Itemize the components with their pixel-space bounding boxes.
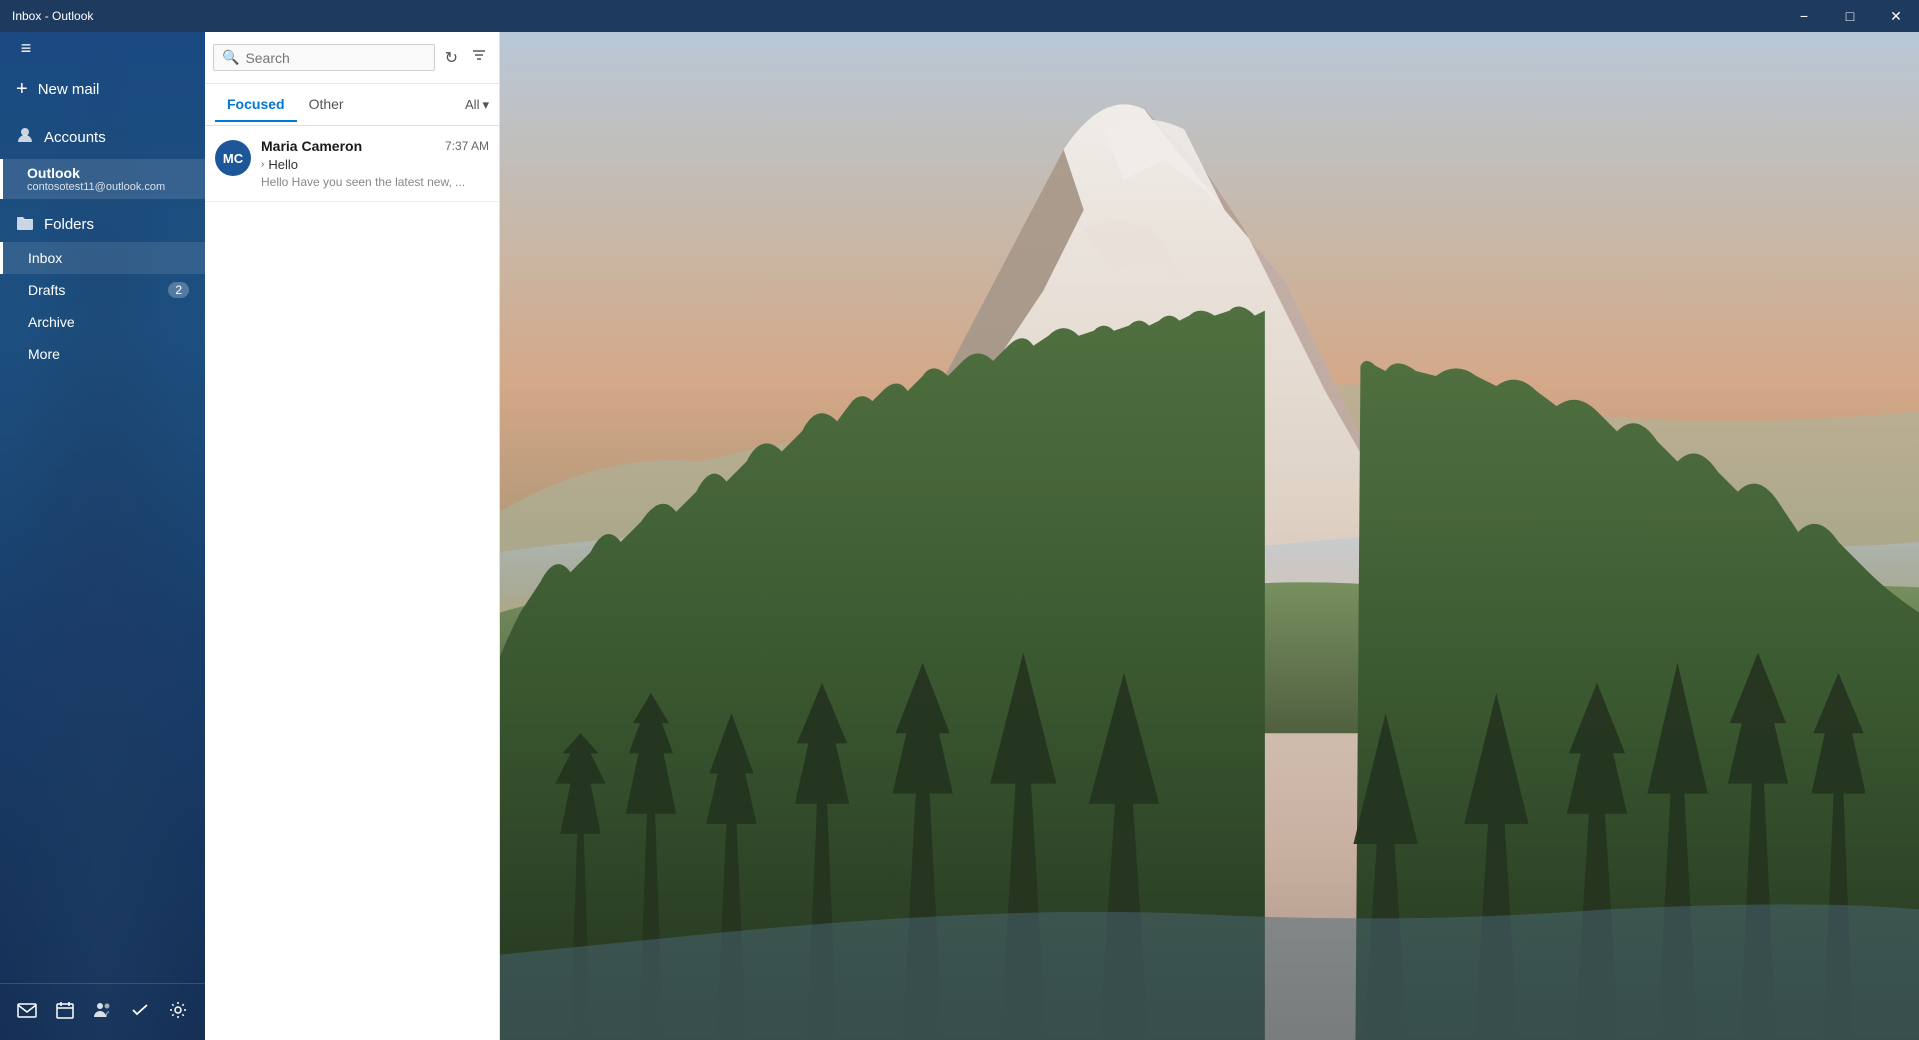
refresh-icon: ↻ xyxy=(445,48,458,68)
filter-icon xyxy=(471,47,487,68)
background-image xyxy=(500,32,1919,1040)
folder-item-inbox[interactable]: Inbox xyxy=(0,242,205,274)
people-icon xyxy=(92,1000,112,1025)
email-list-toolbar: 🔍 ↻ xyxy=(205,32,499,84)
email-sender: Maria Cameron xyxy=(261,138,362,154)
email-content: Maria Cameron 7:37 AM › Hello Hello Have… xyxy=(261,138,489,189)
folders-section: Folders xyxy=(0,201,205,242)
folder-archive-label: Archive xyxy=(28,314,75,330)
email-tabs: Focused Other All ▾ xyxy=(205,84,499,126)
email-time: 7:37 AM xyxy=(445,139,489,153)
accounts-section[interactable]: Accounts xyxy=(0,118,205,157)
email-header-row: Maria Cameron 7:37 AM xyxy=(261,138,489,154)
sidebar-footer xyxy=(0,983,205,1040)
folders-icon xyxy=(16,213,34,236)
folders-label: Folders xyxy=(44,216,94,233)
new-mail-label: New mail xyxy=(38,81,100,98)
filter-button[interactable] xyxy=(467,42,491,74)
folder-item-archive[interactable]: Archive xyxy=(0,306,205,338)
tab-focused-label: Focused xyxy=(227,96,285,112)
footer-todo-button[interactable] xyxy=(122,994,158,1030)
folder-drafts-label: Drafts xyxy=(28,282,65,298)
settings-icon xyxy=(168,1000,188,1025)
footer-settings-button[interactable] xyxy=(160,994,196,1030)
title-bar: Inbox - Outlook − □ ✕ xyxy=(0,0,1919,32)
window-controls: − □ ✕ xyxy=(1781,0,1919,32)
calendar-icon xyxy=(55,1000,75,1025)
email-list-panel: 🔍 ↻ Focused Oth xyxy=(205,32,500,1040)
email-subject-row: › Hello xyxy=(261,157,489,172)
folder-more-label: More xyxy=(28,346,60,362)
folder-item-drafts[interactable]: Drafts 2 xyxy=(0,274,205,306)
avatar: MC xyxy=(215,140,251,176)
account-item[interactable]: Outlook contosotest11@outlook.com xyxy=(0,159,205,199)
app-container: ≡ + New mail Accounts Outlook contosotes… xyxy=(0,32,1919,1040)
footer-mail-button[interactable] xyxy=(9,994,45,1030)
folder-item-more[interactable]: More xyxy=(0,338,205,370)
avatar-initials: MC xyxy=(223,151,243,166)
reading-pane xyxy=(500,32,1919,1040)
maximize-button[interactable]: □ xyxy=(1827,0,1873,32)
filter-label: All xyxy=(465,97,479,112)
refresh-button[interactable]: ↻ xyxy=(439,42,463,74)
minimize-button[interactable]: − xyxy=(1781,0,1827,32)
email-item[interactable]: MC Maria Cameron 7:37 AM › Hello Hello H… xyxy=(205,126,499,202)
sidebar: ≡ + New mail Accounts Outlook contosotes… xyxy=(0,32,205,1040)
tab-other-label: Other xyxy=(309,96,344,112)
tab-focused[interactable]: Focused xyxy=(215,88,297,122)
mail-icon xyxy=(17,1000,37,1025)
drafts-badge: 2 xyxy=(168,282,189,298)
tab-filter[interactable]: All ▾ xyxy=(465,97,489,113)
footer-people-button[interactable] xyxy=(84,994,120,1030)
account-name: Outlook xyxy=(27,165,189,181)
folder-inbox-label: Inbox xyxy=(28,250,62,266)
tab-other[interactable]: Other xyxy=(297,88,356,122)
hamburger-icon: ≡ xyxy=(21,38,32,59)
search-box[interactable]: 🔍 xyxy=(213,44,435,71)
hamburger-button[interactable]: ≡ xyxy=(8,32,44,64)
chevron-down-icon: ▾ xyxy=(482,97,489,113)
todo-icon xyxy=(130,1000,150,1025)
email-chevron-icon: › xyxy=(261,159,264,170)
close-button[interactable]: ✕ xyxy=(1873,0,1919,32)
email-preview: Hello Have you seen the latest new, ... xyxy=(261,175,489,189)
app-title: Inbox - Outlook xyxy=(12,9,93,23)
accounts-icon xyxy=(16,126,34,149)
sidebar-header: ≡ xyxy=(0,32,205,64)
accounts-label: Accounts xyxy=(44,129,106,146)
new-mail-icon: + xyxy=(16,78,28,101)
email-subject: Hello xyxy=(268,157,298,172)
search-input[interactable] xyxy=(245,50,426,66)
search-icon: 🔍 xyxy=(222,49,239,66)
account-email: contosotest11@outlook.com xyxy=(27,181,189,193)
footer-calendar-button[interactable] xyxy=(47,994,83,1030)
new-mail-button[interactable]: + New mail xyxy=(0,64,205,114)
